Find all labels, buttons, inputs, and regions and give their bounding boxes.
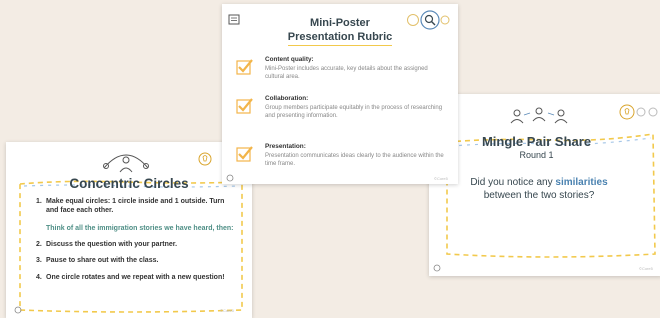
list-item: 2. Discuss the question with your partner… bbox=[36, 241, 236, 250]
mingle-title: Mingle Pair Share bbox=[481, 134, 592, 149]
rubric-card: Mini-Poster Presentation Rubric Content … bbox=[222, 4, 458, 184]
lightbulb-icon[interactable] bbox=[198, 152, 212, 166]
question-text-start: Did you notice any bbox=[470, 177, 553, 188]
list-item: 3. Pause to share out with the class. bbox=[36, 257, 236, 266]
step-text: Discuss the question with your partner. bbox=[46, 240, 178, 248]
rubric-row: Content quality: Mini-Poster includes ac… bbox=[236, 56, 446, 81]
mingle-pair-share-card: Mingle Pair Share Round 1 Did you notice… bbox=[429, 94, 660, 276]
step-number: 1. bbox=[36, 198, 42, 205]
mingle-round: Round 1 bbox=[519, 150, 554, 160]
people-pair-icon bbox=[510, 107, 568, 124]
footer-mark: ©Core5 bbox=[639, 266, 653, 271]
step-text: Pause to share out with the class. bbox=[46, 257, 159, 265]
step-number: 3. bbox=[36, 257, 42, 265]
people-rotating-circle-icon bbox=[103, 154, 149, 173]
nav-dot-icon[interactable] bbox=[648, 107, 658, 117]
home-dot-icon[interactable] bbox=[433, 264, 441, 272]
magnifier-icon[interactable] bbox=[420, 10, 440, 30]
concentric-circles-card: Concentric Circles 1. Make equal circles:… bbox=[6, 142, 252, 318]
rubric-description: Group members participate equitably in t… bbox=[265, 104, 443, 119]
question-highlight: similarities bbox=[555, 177, 608, 188]
rubric-description: Presentation communicates ideas clearly … bbox=[265, 152, 444, 167]
rubric-heading: Collaboration: bbox=[265, 95, 309, 102]
rubric-heading: Content quality: bbox=[265, 56, 314, 63]
mingle-question: Did you notice any similarities between … bbox=[469, 176, 609, 202]
concentric-circles-title: Concentric Circles bbox=[69, 176, 189, 191]
rubric-heading: Presentation: bbox=[265, 143, 306, 150]
concentric-steps-list: 1. Make equal circles: 1 circle inside an… bbox=[36, 198, 236, 291]
rubric-row-text: Content quality: Mini-Poster includes ac… bbox=[265, 56, 446, 81]
footer-mark: ©Core5 bbox=[434, 176, 448, 181]
footer-mark: ©Core5 bbox=[220, 308, 234, 313]
nav-dot-icon[interactable] bbox=[440, 15, 450, 25]
rubric-row: Collaboration: Group members participate… bbox=[236, 95, 446, 120]
checkmark-box-icon bbox=[236, 98, 253, 114]
step-text: Make equal circles: 1 circle inside and … bbox=[46, 198, 225, 214]
list-item: 4. One circle rotates and we repeat with … bbox=[36, 274, 236, 283]
rubric-row-text: Presentation: Presentation communicates … bbox=[265, 143, 446, 168]
rubric-row: Presentation: Presentation communicates … bbox=[236, 143, 446, 168]
nav-dot-icon[interactable] bbox=[636, 107, 646, 117]
rubric-row-text: Collaboration: Group members participate… bbox=[265, 95, 446, 120]
checkmark-box-icon bbox=[236, 59, 253, 75]
list-item: 1. Make equal circles: 1 circle inside an… bbox=[36, 198, 236, 216]
lightbulb-icon[interactable] bbox=[406, 13, 420, 27]
question-text-end: between the two stories? bbox=[483, 190, 595, 201]
step-number: 2. bbox=[36, 240, 42, 248]
checkmark-box-icon bbox=[236, 146, 253, 162]
rubric-description: Mini-Poster includes accurate, key detai… bbox=[265, 65, 428, 80]
home-dot-icon[interactable] bbox=[14, 306, 22, 314]
concentric-note: Think of all the immigration stories we … bbox=[46, 224, 234, 232]
step-text: One circle rotates and we repeat with a … bbox=[46, 274, 225, 282]
home-dot-icon[interactable] bbox=[226, 174, 234, 182]
lightbulb-icon[interactable] bbox=[619, 104, 635, 120]
step-number: 4. bbox=[36, 274, 42, 282]
rubric-title-line2: Presentation Rubric bbox=[287, 31, 393, 46]
